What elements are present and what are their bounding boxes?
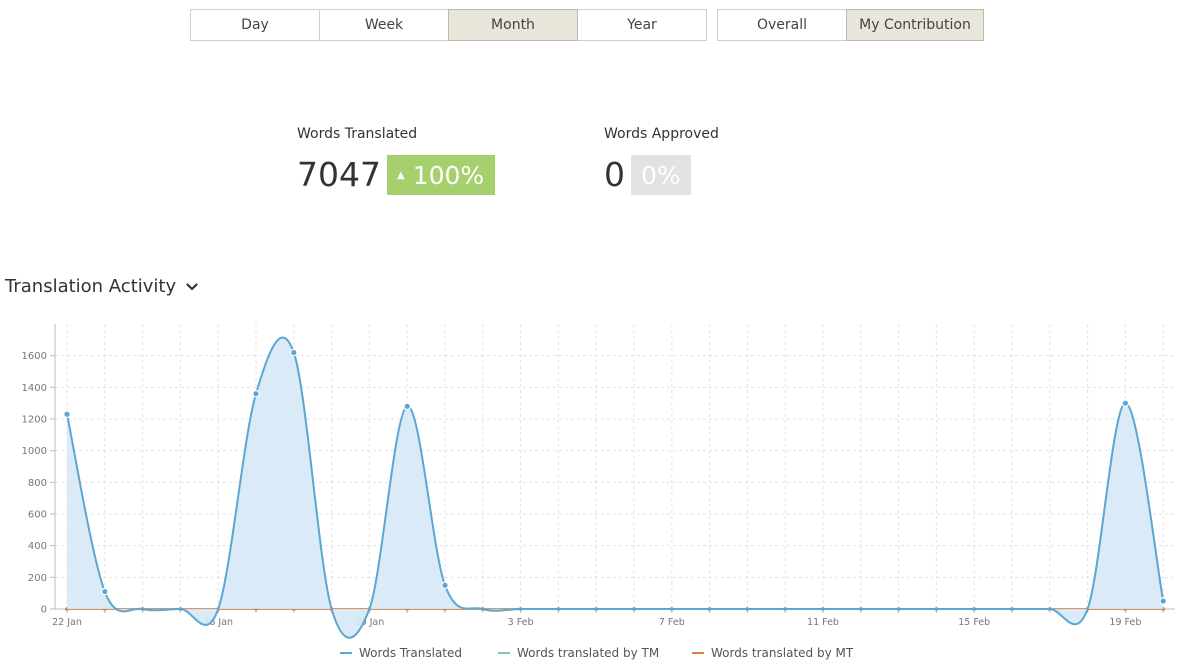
tab-day[interactable]: Day	[190, 9, 320, 41]
words-translated-label: Words Translated	[297, 126, 418, 142]
legend-item-mt[interactable]: Words translated by MT	[692, 646, 853, 660]
x-axis: 22 Jan 26 Jan 30 Jan 3 Feb 7 Feb 11 Feb 15 Feb…	[52, 608, 1175, 628]
x-tick-label: 11 Feb	[807, 617, 839, 628]
x-tick-label: 7 Feb	[659, 617, 685, 628]
legend-label-tm: Words translated by TM	[517, 646, 660, 660]
translation-activity-toggle[interactable]: Translation Activity	[5, 276, 198, 297]
words-approved-stat: Words Approved 0 0%	[604, 126, 719, 195]
y-axis: 0 200 400 600 800 1000 1200 1400 1600	[22, 324, 56, 616]
data-point-words-translated[interactable]	[252, 389, 260, 398]
words-approved-change: 0%	[641, 160, 681, 190]
chart-legend: Words Translated Words translated by TM …	[0, 646, 1180, 666]
words-approved-value: 0	[604, 155, 625, 194]
y-tick-label: 1400	[22, 383, 47, 394]
data-point-words-translated[interactable]	[403, 402, 412, 411]
data-point-words-translated[interactable]	[289, 348, 298, 357]
tab-day-label: Day	[241, 17, 269, 33]
x-tick-label: 3 Feb	[508, 617, 534, 628]
y-tick-label: 800	[28, 478, 47, 489]
tab-year[interactable]: Year	[577, 9, 707, 41]
data-point-words-translated[interactable]	[63, 410, 71, 419]
legend-swatch-words-translated	[340, 652, 352, 654]
translation-activity-chart: 02004006008001000120014001600 22 Jan 26 J…	[22, 324, 1175, 639]
legend-swatch-mt	[692, 652, 704, 654]
tab-my-contribution-label: My Contribution	[859, 17, 971, 33]
y-tick-label: 1200	[22, 415, 47, 426]
y-tick-label: 400	[28, 541, 47, 552]
data-point-words-translated[interactable]	[101, 587, 109, 596]
x-tick-label: 22 Jan	[52, 617, 82, 628]
tab-month[interactable]: Month	[448, 9, 578, 41]
up-arrow-icon: ▲	[396, 169, 405, 181]
tab-month-label: Month	[491, 17, 535, 33]
y-tick-label: 0	[41, 605, 47, 616]
legend-item-words-translated[interactable]: Words Translated	[340, 646, 462, 660]
legend-label-words-translated: Words Translated	[359, 646, 463, 660]
words-approved-change-badge: 0%	[631, 155, 691, 195]
x-tick-label: 19 Feb	[1109, 617, 1141, 628]
tab-week[interactable]: Week	[319, 9, 449, 41]
scope-tabs: Overall My Contribution	[717, 9, 984, 41]
legend-label-mt: Words translated by MT	[711, 646, 854, 660]
words-translated-change-badge: ▲ 100%	[386, 155, 496, 195]
y-tick-label: 1600	[22, 351, 47, 362]
y-tick-label: 200	[28, 573, 47, 584]
words-translated-stat: Words Translated 7047 ▲ 100%	[297, 126, 496, 195]
data-point-words-translated[interactable]	[1121, 399, 1130, 407]
tab-overall[interactable]: Overall	[717, 9, 847, 41]
tab-overall-label: Overall	[756, 17, 808, 33]
legend-swatch-tm	[498, 652, 510, 654]
chevron-down-icon	[186, 282, 198, 290]
tab-year-label: Year	[627, 17, 657, 33]
section-title: Translation Activity	[5, 276, 177, 297]
legend-item-tm[interactable]: Words translated by TM	[498, 646, 659, 660]
x-tick-label: 15 Feb	[958, 617, 990, 628]
y-tick-label: 600	[28, 510, 47, 521]
series-area-words-translated	[67, 337, 1164, 638]
period-tabs: Day Week Month Year	[190, 9, 707, 41]
data-point-words-translated[interactable]	[441, 581, 449, 590]
tab-my-contribution[interactable]: My Contribution	[846, 9, 984, 41]
chart-grid	[55, 324, 1175, 610]
words-translated-value: 7047	[297, 155, 381, 194]
data-point-words-translated[interactable]	[1159, 597, 1168, 605]
tab-week-label: Week	[364, 17, 404, 33]
chart-series	[63, 336, 1168, 639]
words-translated-change: 100%	[412, 160, 485, 190]
words-approved-label: Words Approved	[604, 126, 719, 142]
y-tick-label: 1000	[22, 446, 47, 457]
